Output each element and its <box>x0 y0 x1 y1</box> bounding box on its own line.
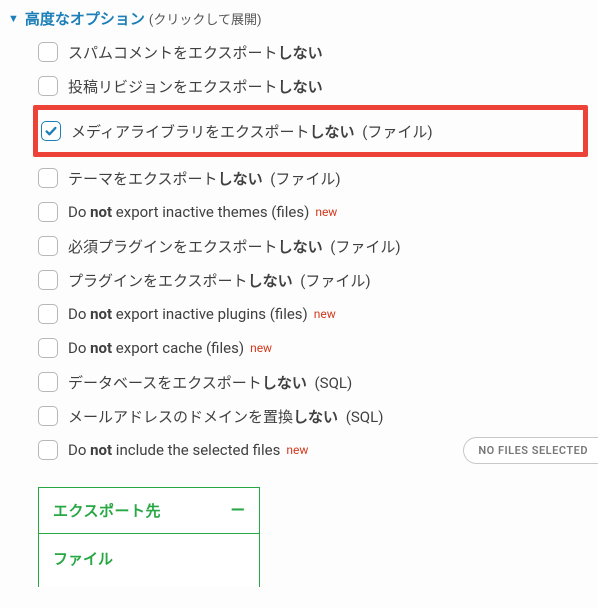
option-row: データベースをエクスポートしない (SQL) <box>38 365 598 399</box>
option-label[interactable]: プラグインをエクスポートしない (ファイル) <box>68 270 371 291</box>
option-label[interactable]: Do not export inactive themes (files) <box>68 203 309 221</box>
option-label[interactable]: メディアライブラリをエクスポートしない (ファイル) <box>71 121 433 142</box>
option-checkbox[interactable] <box>38 338 58 358</box>
option-label[interactable]: Do not include the selected files <box>68 441 280 459</box>
option-row: Do not include the selected files new NO F… <box>38 433 598 467</box>
option-label[interactable]: 必須プラグインをエクスポートしない (ファイル) <box>68 236 401 257</box>
option-checkbox[interactable] <box>38 236 58 256</box>
option-checkbox[interactable] <box>38 304 58 324</box>
new-badge: new <box>314 307 336 321</box>
advanced-options-section: ▼ 高度なオプション (クリックして展開) スパムコメントをエクスポートしない投… <box>0 0 598 587</box>
option-checkbox[interactable] <box>38 76 58 96</box>
section-hint: (クリックして展開) <box>149 9 262 28</box>
option-label[interactable]: Do not export cache (files) <box>68 339 244 357</box>
new-badge: new <box>315 205 337 219</box>
option-row: メディアライブラリをエクスポートしない (ファイル) <box>41 114 581 148</box>
option-row: Do not export inactive themes (files) new <box>38 195 598 229</box>
option-row: スパムコメントをエクスポートしない <box>38 35 598 69</box>
option-checkbox[interactable] <box>38 372 58 392</box>
option-row: Do not export cache (files) new <box>38 331 598 365</box>
option-label[interactable]: スパムコメントをエクスポートしない <box>68 42 323 63</box>
disclosure-triangle-icon: ▼ <box>8 12 19 25</box>
collapse-icon: — <box>231 504 245 518</box>
no-files-selected-button[interactable]: NO FILES SELECTED <box>463 437 598 464</box>
option-row: 必須プラグインをエクスポートしない (ファイル) <box>38 229 598 263</box>
section-header[interactable]: ▼ 高度なオプション (クリックして展開) <box>8 8 598 29</box>
export-destination-header[interactable]: エクスポート先 — <box>39 488 259 534</box>
option-row: テーマをエクスポートしない (ファイル) <box>38 161 598 195</box>
new-badge: new <box>286 443 308 457</box>
option-checkbox[interactable] <box>38 168 58 188</box>
option-checkbox[interactable] <box>41 121 61 141</box>
option-checkbox[interactable] <box>38 202 58 222</box>
option-row: プラグインをエクスポートしない (ファイル) <box>38 263 598 297</box>
option-label[interactable]: 投稿リビジョンをエクスポートしない <box>68 76 323 97</box>
option-checkbox[interactable] <box>38 42 58 62</box>
section-title: 高度なオプション <box>25 8 145 29</box>
option-label[interactable]: メールアドレスのドメインを置換しない (SQL) <box>68 406 383 427</box>
highlighted-option: メディアライブラリをエクスポートしない (ファイル) <box>33 105 588 157</box>
export-destination-box: エクスポート先 — ファイル <box>38 487 260 587</box>
option-label[interactable]: Do not export inactive plugins (files) <box>68 305 308 323</box>
option-row: 投稿リビジョンをエクスポートしない <box>38 69 598 103</box>
export-destination-title: エクスポート先 <box>53 500 161 521</box>
option-label[interactable]: データベースをエクスポートしない (SQL) <box>68 372 352 393</box>
options-list: スパムコメントをエクスポートしない投稿リビジョンをエクスポートしないメディアライ… <box>8 35 598 467</box>
new-badge: new <box>250 341 272 355</box>
export-destination-file[interactable]: ファイル <box>39 534 259 587</box>
option-label[interactable]: テーマをエクスポートしない (ファイル) <box>68 168 341 189</box>
option-checkbox[interactable] <box>38 270 58 290</box>
option-checkbox[interactable] <box>38 440 58 460</box>
option-row: メールアドレスのドメインを置換しない (SQL) <box>38 399 598 433</box>
option-row: Do not export inactive plugins (files) ne… <box>38 297 598 331</box>
option-checkbox[interactable] <box>38 406 58 426</box>
